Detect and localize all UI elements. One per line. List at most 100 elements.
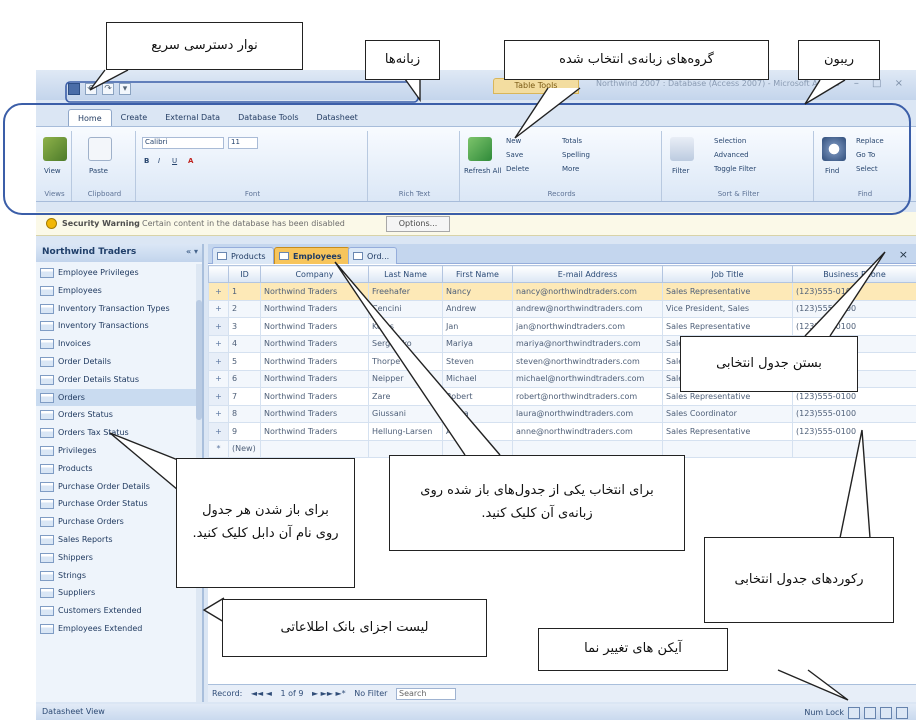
nav-item[interactable]: Employees Extended xyxy=(36,620,198,638)
table-cell[interactable]: anne@northwindtraders.com xyxy=(512,422,663,441)
paste-button[interactable]: Paste xyxy=(89,167,108,175)
table-row[interactable]: +8 Northwind Traders Giussani Laura laura@no… xyxy=(208,404,916,423)
column-header[interactable]: Job Title xyxy=(662,265,793,283)
pivot-chart-view-icon[interactable] xyxy=(880,707,892,719)
row-expand-cell[interactable]: + xyxy=(208,422,229,441)
font-name-select[interactable]: Calibri xyxy=(142,137,224,149)
replace-button[interactable]: Replace xyxy=(856,137,884,145)
advanced-button[interactable]: Advanced xyxy=(714,151,749,159)
filter-icon[interactable] xyxy=(670,137,694,161)
nav-item[interactable]: Inventory Transaction Types xyxy=(36,300,198,318)
table-cell[interactable]: Freehafer xyxy=(368,282,443,301)
close-icon[interactable]: × xyxy=(899,248,908,261)
nav-item[interactable]: Suppliers xyxy=(36,584,198,602)
table-cell[interactable]: Thorpe xyxy=(368,352,443,371)
table-cell[interactable]: 4 xyxy=(228,334,261,353)
table-cell[interactable]: Northwind Traders xyxy=(260,317,369,336)
nav-pane-controls[interactable]: « ▾ xyxy=(186,247,198,256)
datasheet-view-icon[interactable] xyxy=(848,707,860,719)
table-cell[interactable]: 6 xyxy=(228,369,261,388)
nav-item[interactable]: Employee Privileges xyxy=(36,264,198,282)
table-row[interactable]: +1 Northwind Traders Freehafer Nancy nancy@n… xyxy=(208,282,916,301)
refresh-all-button[interactable]: Refresh All xyxy=(464,167,501,175)
totals-button[interactable]: Totals xyxy=(562,137,582,145)
row-expand-cell[interactable]: + xyxy=(208,369,229,388)
table-cell[interactable]: Andrew xyxy=(442,299,513,318)
row-expand-cell[interactable]: + xyxy=(208,299,229,318)
tab-home[interactable]: Home xyxy=(68,109,112,127)
save-record-button[interactable]: Save xyxy=(506,151,523,159)
table-cell[interactable]: jan@northwindtraders.com xyxy=(512,317,663,336)
nav-scroll-thumb[interactable] xyxy=(196,300,202,420)
row-expand-cell[interactable]: + xyxy=(208,387,229,406)
column-header[interactable]: ID xyxy=(228,265,261,283)
table-cell[interactable]: Kotas xyxy=(368,317,443,336)
table-cell[interactable]: Northwind Traders xyxy=(260,282,369,301)
column-header[interactable]: E-mail Address xyxy=(512,265,663,283)
table-cell[interactable]: michael@northwindtraders.com xyxy=(512,369,663,388)
nav-item[interactable]: Shippers xyxy=(36,549,198,567)
table-cell[interactable]: Steven xyxy=(442,352,513,371)
table-cell[interactable]: Cencini xyxy=(368,299,443,318)
nav-item[interactable]: Order Details Status xyxy=(36,371,198,389)
select-button[interactable]: Select xyxy=(856,165,878,173)
search-input[interactable]: Search xyxy=(396,687,456,700)
table-cell[interactable]: Jan xyxy=(442,317,513,336)
nav-item[interactable]: Purchase Order Details xyxy=(36,478,198,496)
column-header[interactable]: Last Name xyxy=(368,265,443,283)
row-expand-cell[interactable]: * xyxy=(208,439,229,458)
tab-datasheet[interactable]: Datasheet xyxy=(307,109,366,127)
table-cell[interactable]: (123)555-0100 xyxy=(792,404,916,423)
doc-tab-orders[interactable]: Ord... xyxy=(348,247,398,264)
doc-tab-employees[interactable]: Employees xyxy=(274,247,350,264)
paste-icon[interactable] xyxy=(88,137,112,161)
row-expand-cell[interactable]: + xyxy=(208,404,229,423)
binoculars-icon[interactable] xyxy=(822,137,846,161)
table-cell[interactable]: Northwind Traders xyxy=(260,352,369,371)
table-cell[interactable]: Zare xyxy=(368,387,443,406)
nav-item[interactable]: Invoices xyxy=(36,335,198,353)
nav-item[interactable]: Inventory Transactions xyxy=(36,317,198,335)
nav-item[interactable]: Customers Extended xyxy=(36,602,198,620)
table-cell[interactable]: steven@northwindtraders.com xyxy=(512,352,663,371)
table-cell[interactable]: Sales Representative xyxy=(662,282,793,301)
find-button[interactable]: Find xyxy=(825,167,839,175)
table-cell[interactable]: 8 xyxy=(228,404,261,423)
table-cell[interactable]: Anne xyxy=(442,422,513,441)
spelling-button[interactable]: Spelling xyxy=(562,151,590,159)
table-cell[interactable]: 9 xyxy=(228,422,261,441)
options-button[interactable]: Options... xyxy=(386,216,450,232)
redo-icon[interactable]: ↷ xyxy=(102,83,114,95)
table-cell[interactable]: (New) xyxy=(228,439,261,458)
column-header[interactable]: Company xyxy=(260,265,369,283)
nav-item[interactable]: Orders Tax Status xyxy=(36,424,198,442)
table-cell[interactable]: 5 xyxy=(228,352,261,371)
nav-item[interactable]: Employees xyxy=(36,282,198,300)
table-cell[interactable]: Sergienko xyxy=(368,334,443,353)
table-cell[interactable]: laura@northwindtraders.com xyxy=(512,404,663,423)
table-cell[interactable]: Northwind Traders xyxy=(260,404,369,423)
nav-item[interactable]: Purchase Order Status xyxy=(36,495,198,513)
customize-qat-icon[interactable]: ▾ xyxy=(119,83,131,95)
column-header[interactable]: First Name xyxy=(442,265,513,283)
nav-item[interactable]: Purchase Orders xyxy=(36,513,198,531)
nav-item[interactable]: Products xyxy=(36,460,198,478)
table-cell[interactable]: (123)555-0100 xyxy=(792,422,916,441)
table-cell[interactable]: Laura xyxy=(442,404,513,423)
table-cell[interactable]: nancy@northwindtraders.com xyxy=(512,282,663,301)
table-row[interactable]: +3 Northwind Traders Kotas Jan jan@northwind… xyxy=(208,317,916,336)
nav-item[interactable]: Orders Status xyxy=(36,406,198,424)
goto-button[interactable]: Go To xyxy=(856,151,875,159)
table-cell[interactable]: 3 xyxy=(228,317,261,336)
table-cell[interactable]: Northwind Traders xyxy=(260,334,369,353)
italic-button[interactable]: I xyxy=(158,157,160,165)
table-cell[interactable]: 2 xyxy=(228,299,261,318)
nav-item[interactable]: Sales Reports xyxy=(36,531,198,549)
table-cell[interactable]: (123)555-0100 xyxy=(792,317,916,336)
table-cell[interactable]: andrew@northwindtraders.com xyxy=(512,299,663,318)
table-cell[interactable]: Northwind Traders xyxy=(260,422,369,441)
table-cell[interactable]: Northwind Traders xyxy=(260,369,369,388)
table-cell[interactable]: Sales Representative xyxy=(662,317,793,336)
pivot-table-view-icon[interactable] xyxy=(864,707,876,719)
table-cell[interactable]: 1 xyxy=(228,282,261,301)
